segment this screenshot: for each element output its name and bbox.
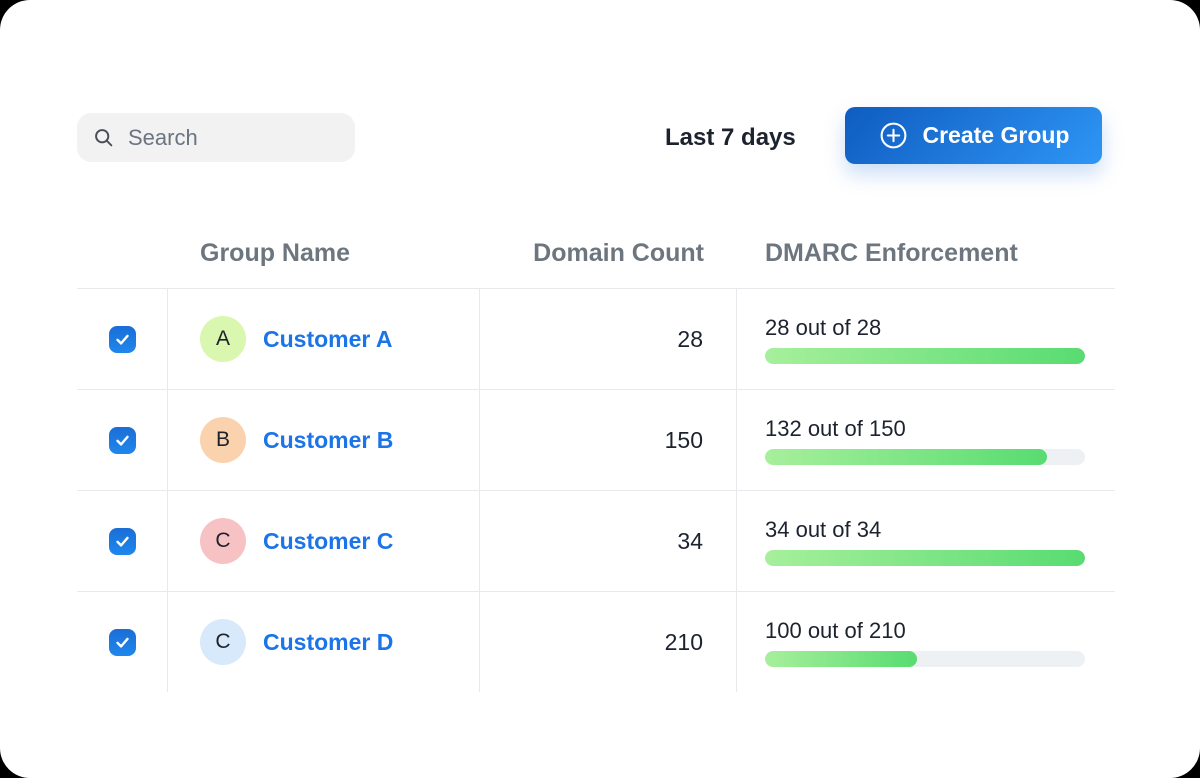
plus-circle-icon [878, 120, 909, 151]
column-header-group-name: Group Name [168, 239, 480, 268]
create-group-label: Create Group [923, 122, 1070, 149]
column-header-domain-count: Domain Count [480, 239, 737, 268]
avatar: C [200, 518, 246, 564]
create-group-button[interactable]: Create Group [845, 107, 1102, 164]
enforcement-progress-fill [765, 651, 917, 667]
avatar: B [200, 417, 246, 463]
check-icon [114, 634, 131, 651]
group-name-link[interactable]: Customer B [263, 427, 393, 454]
search-icon [93, 127, 114, 148]
group-name-cell: C Customer D [168, 592, 480, 692]
group-name-cell: B Customer B [168, 390, 480, 490]
avatar: C [200, 619, 246, 665]
check-icon [114, 533, 131, 550]
dmarc-enforcement-cell: 100 out of 210 [737, 592, 1115, 692]
group-name-cell: C Customer C [168, 491, 480, 591]
enforcement-progress-track [765, 449, 1085, 465]
group-name-cell: A Customer A [168, 289, 480, 389]
enforcement-progress-track [765, 550, 1085, 566]
enforcement-progress-track [765, 348, 1085, 364]
table-row: C Customer C 34 34 out of 34 [77, 491, 1115, 592]
row-checkbox[interactable] [109, 427, 136, 454]
dmarc-enforcement-cell: 28 out of 28 [737, 289, 1115, 389]
checkbox-cell [77, 390, 168, 490]
enforcement-progress-fill [765, 348, 1085, 364]
domain-count-cell: 34 [480, 491, 737, 591]
search-input[interactable] [126, 124, 339, 152]
checkbox-cell [77, 289, 168, 389]
checkbox-cell [77, 592, 168, 692]
table-row: C Customer D 210 100 out of 210 [77, 592, 1115, 692]
domain-count-cell: 28 [480, 289, 737, 389]
table-row: A Customer A 28 28 out of 28 [77, 289, 1115, 390]
avatar: A [200, 316, 246, 362]
column-header-dmarc-enforcement: DMARC Enforcement [737, 239, 1115, 268]
checkbox-cell [77, 491, 168, 591]
enforcement-label: 28 out of 28 [765, 315, 1115, 341]
enforcement-progress-track [765, 651, 1085, 667]
group-name-link[interactable]: Customer D [263, 629, 393, 656]
group-name-link[interactable]: Customer A [263, 326, 393, 353]
enforcement-label: 34 out of 34 [765, 517, 1115, 543]
dmarc-enforcement-cell: 34 out of 34 [737, 491, 1115, 591]
enforcement-label: 100 out of 210 [765, 618, 1115, 644]
check-icon [114, 331, 131, 348]
row-checkbox[interactable] [109, 528, 136, 555]
row-checkbox[interactable] [109, 326, 136, 353]
row-checkbox[interactable] [109, 629, 136, 656]
search-box[interactable] [77, 113, 355, 162]
domain-count-cell: 210 [480, 592, 737, 692]
enforcement-progress-fill [765, 449, 1047, 465]
enforcement-progress-fill [765, 550, 1085, 566]
groups-table: Group Name Domain Count DMARC Enforcemen… [77, 218, 1115, 692]
domain-count-cell: 150 [480, 390, 737, 490]
group-name-link[interactable]: Customer C [263, 528, 393, 555]
check-icon [114, 432, 131, 449]
dmarc-enforcement-cell: 132 out of 150 [737, 390, 1115, 490]
date-range-selector[interactable]: Last 7 days [665, 124, 796, 152]
table-row: B Customer B 150 132 out of 150 [77, 390, 1115, 491]
enforcement-label: 132 out of 150 [765, 416, 1115, 442]
table-header-row: Group Name Domain Count DMARC Enforcemen… [77, 218, 1115, 289]
app-window: Last 7 days Create Group Group Name Doma… [0, 0, 1200, 778]
